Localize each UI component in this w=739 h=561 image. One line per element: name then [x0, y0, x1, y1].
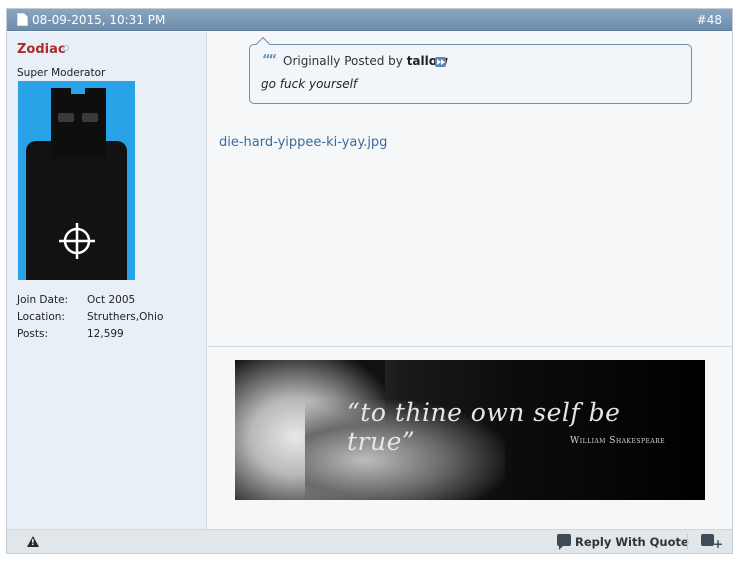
- signature-divider: [208, 346, 732, 347]
- user-stat-row: Location: Struthers,Ohio: [17, 311, 202, 328]
- user-stat-value: Oct 2005: [87, 294, 136, 306]
- document-icon: [17, 13, 28, 26]
- footer-divider: [687, 534, 688, 550]
- quote-tip: [255, 36, 271, 52]
- report-post-icon[interactable]: [27, 536, 39, 547]
- post-footer: Reply With Quote +: [7, 529, 732, 553]
- view-post-arrow-icon[interactable]: [435, 57, 446, 67]
- user-stats: Join Date: Oct 2005 Location: Struthers,…: [17, 294, 202, 345]
- username-link[interactable]: Zodiac: [17, 42, 66, 57]
- avatar[interactable]: [18, 81, 135, 280]
- user-stat-row: Join Date: Oct 2005: [17, 294, 202, 311]
- user-info-panel: Zodiac Super Moderator Join Date: Oct 20…: [7, 32, 207, 529]
- signature-author: William Shakespeare: [570, 436, 666, 446]
- post-content: ““ Originally Posted by tallow go fuck y…: [208, 32, 732, 529]
- user-stat-label: Join Date:: [17, 294, 69, 306]
- quote-icon: ““: [262, 53, 277, 68]
- user-title: Super Moderator: [17, 67, 106, 79]
- avatar-figure-eye-left: [58, 113, 74, 122]
- multi-quote-plus-icon[interactable]: +: [713, 537, 723, 551]
- signature-quote: “to thine own self be true”: [347, 398, 621, 456]
- post-date: 08-09-2015, 10:31 PM: [32, 13, 166, 27]
- user-stat-value: Struthers,Ohio: [87, 311, 164, 323]
- quote-attribution: Originally Posted by tallow: [283, 54, 448, 68]
- forum-post: 08-09-2015, 10:31 PM #48 Zodiac Super Mo…: [6, 8, 733, 554]
- user-stat-row: Posts: 12,599: [17, 328, 202, 345]
- avatar-figure-eye-right: [82, 113, 98, 122]
- signature-banner: “to thine own self be true” William Shak…: [235, 360, 705, 500]
- avatar-figure-notch: [71, 88, 85, 94]
- quote-text: go fuck yourself: [261, 77, 358, 91]
- crosshair-icon: [59, 223, 95, 259]
- reply-with-quote-icon[interactable]: [557, 534, 571, 550]
- post-number-link[interactable]: #48: [697, 13, 722, 27]
- user-stat-label: Location:: [17, 311, 65, 323]
- quote-block: ““ Originally Posted by tallow go fuck y…: [249, 36, 692, 104]
- reply-with-quote-button[interactable]: Reply With Quote: [575, 535, 689, 549]
- user-stat-label: Posts:: [17, 328, 48, 340]
- offline-status-icon: [63, 45, 69, 51]
- attachment-link[interactable]: die-hard-yippee-ki-yay.jpg: [219, 135, 387, 150]
- user-stat-value: 12,599: [87, 328, 124, 340]
- post-header: 08-09-2015, 10:31 PM #48: [7, 9, 732, 31]
- avatar-figure-head: [51, 88, 106, 158]
- quote-prefix: Originally Posted by: [283, 54, 403, 68]
